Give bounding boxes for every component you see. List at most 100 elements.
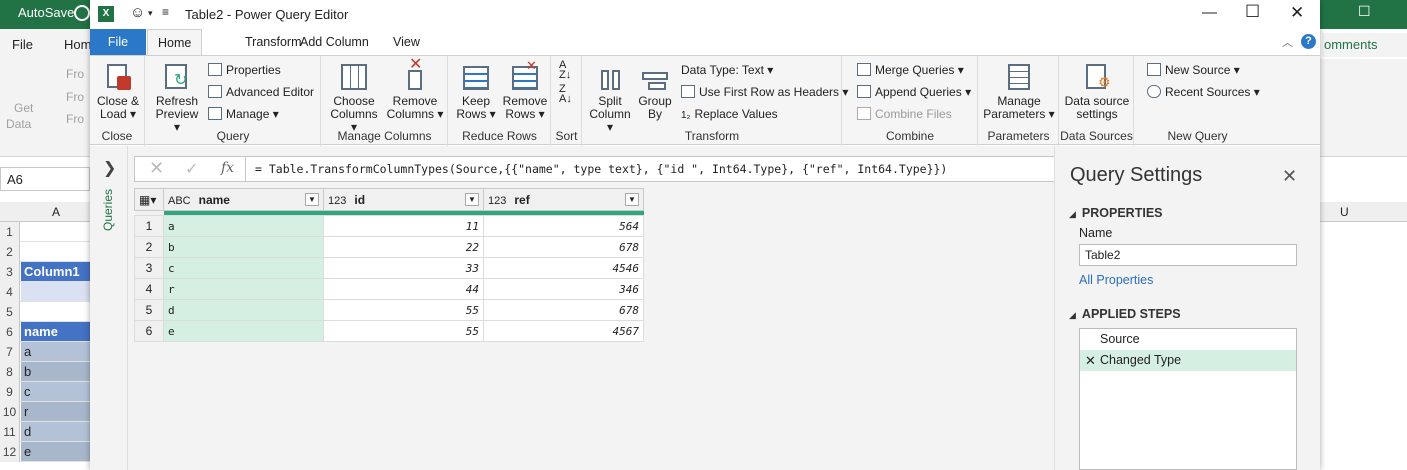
cell-name[interactable]: e: [163, 320, 324, 342]
append-queries-button[interactable]: Append Queries ▾: [857, 82, 971, 102]
from-item-3[interactable]: Fro: [66, 112, 84, 126]
table-row[interactable]: 3 c 33 4546: [134, 257, 644, 279]
row-number[interactable]: 9: [0, 382, 20, 402]
close-settings-icon[interactable]: ✕: [1282, 166, 1297, 187]
row-number[interactable]: 11: [0, 422, 20, 442]
cell-name[interactable]: a: [163, 215, 324, 237]
row-number[interactable]: 10: [0, 402, 20, 422]
column-a-header[interactable]: A: [52, 205, 60, 219]
row-number[interactable]: 3: [0, 262, 20, 282]
remove-columns-button[interactable]: ✕ Remove Columns ▾: [386, 57, 444, 121]
column-header-id[interactable]: 123 id ▼: [323, 188, 484, 211]
cell-ref[interactable]: 678: [483, 299, 644, 321]
merge-queries-button[interactable]: Merge Queries ▾: [857, 60, 964, 80]
cell-name[interactable]: d: [163, 299, 324, 321]
row-number[interactable]: 4: [0, 282, 20, 302]
data-type-dropdown[interactable]: Data Type: Text ▾: [681, 60, 773, 80]
properties-section[interactable]: ◢ PROPERTIES: [1069, 206, 1163, 220]
table-row[interactable]: 2 b 22 678: [134, 236, 644, 258]
cell-ref[interactable]: 346: [483, 278, 644, 300]
excel-home-tab[interactable]: Hom: [64, 37, 91, 52]
row-number[interactable]: 12: [0, 442, 20, 462]
sort-ascending-icon[interactable]: A Z↓: [559, 60, 571, 81]
cancel-formula-icon[interactable]: ✕: [149, 158, 164, 179]
row-number[interactable]: 8: [0, 362, 20, 382]
remove-rows-button[interactable]: ✕ Remove Rows ▾: [501, 59, 549, 121]
delete-step-icon[interactable]: ✕: [1085, 350, 1096, 371]
manage-button[interactable]: Manage ▾: [208, 104, 279, 124]
cell-id[interactable]: 55: [323, 320, 484, 342]
row-number[interactable]: 5: [134, 299, 164, 321]
split-column-button[interactable]: Split Column ▾: [587, 62, 633, 134]
comments-button[interactable]: omments: [1322, 33, 1407, 57]
replace-values-button[interactable]: 1₂ Replace Values: [681, 104, 778, 124]
minimize-icon[interactable]: —: [1202, 4, 1217, 21]
column-header-name[interactable]: ABC name ▼: [163, 188, 324, 211]
manage-parameters-button[interactable]: Manage Parameters ▾: [983, 62, 1055, 121]
fx-icon[interactable]: fx: [221, 160, 234, 176]
excel-file-tab[interactable]: File: [12, 37, 33, 52]
row-number[interactable]: 2: [134, 236, 164, 258]
cell-id[interactable]: 22: [323, 236, 484, 258]
get-data-label-2[interactable]: Data: [6, 117, 31, 131]
excel-cell[interactable]: r: [21, 402, 90, 421]
row-number[interactable]: 2: [0, 242, 20, 262]
advanced-editor-button[interactable]: Advanced Editor: [208, 82, 314, 102]
properties-button[interactable]: Properties: [208, 60, 281, 80]
cell-id[interactable]: 33: [323, 257, 484, 279]
row-number[interactable]: 3: [134, 257, 164, 279]
all-properties-link[interactable]: All Properties: [1079, 273, 1153, 287]
row-number[interactable]: 1: [0, 222, 20, 242]
table-row[interactable]: 6 e 55 4567: [134, 320, 644, 342]
sort-descending-icon[interactable]: Z A↓: [559, 84, 572, 105]
smiley-icon[interactable]: ☺: [130, 4, 145, 21]
filter-dropdown-icon[interactable]: ▼: [305, 193, 319, 206]
cell-ref[interactable]: 4546: [483, 257, 644, 279]
keep-rows-button[interactable]: Keep Rows ▾: [453, 62, 499, 121]
filter-dropdown-icon[interactable]: ▼: [625, 193, 639, 206]
step-changed-type[interactable]: ✕ Changed Type: [1080, 350, 1296, 371]
cell-id[interactable]: 11: [323, 215, 484, 237]
table-row[interactable]: 5 d 55 678: [134, 299, 644, 321]
row-number[interactable]: 4: [134, 278, 164, 300]
quick-access-icon[interactable]: ≡: [162, 5, 169, 19]
number-type-icon[interactable]: 123: [328, 195, 346, 207]
row-number[interactable]: 6: [134, 320, 164, 342]
autosave-toggle[interactable]: [74, 5, 90, 21]
excel-cell[interactable]: c: [21, 382, 90, 401]
queries-label[interactable]: Queries: [101, 161, 115, 231]
close-icon[interactable]: ✕: [1290, 3, 1304, 23]
step-source[interactable]: Source: [1080, 329, 1296, 350]
cell-ref[interactable]: 564: [483, 215, 644, 237]
get-data-label[interactable]: Get: [14, 101, 33, 115]
tab-add-column[interactable]: Add Column: [290, 29, 379, 55]
row-number[interactable]: 7: [0, 342, 20, 362]
cell-id[interactable]: 44: [323, 278, 484, 300]
help-icon[interactable]: ?: [1301, 34, 1316, 49]
recent-sources-button[interactable]: Recent Sources ▾: [1147, 82, 1260, 102]
name-box[interactable]: A6: [0, 167, 90, 191]
row-number[interactable]: 1: [134, 215, 164, 237]
group-by-button[interactable]: Group By: [635, 62, 675, 121]
excel-cell[interactable]: e: [21, 442, 90, 461]
excel-cell[interactable]: a: [21, 342, 90, 361]
data-source-settings-button[interactable]: ⚙ Data source settings: [1062, 62, 1132, 121]
commit-formula-icon[interactable]: ✓: [185, 159, 198, 179]
filter-dropdown-icon[interactable]: ▼: [465, 193, 479, 206]
excel-cell[interactable]: [21, 282, 90, 301]
excel-cell[interactable]: name: [21, 322, 90, 341]
tab-home[interactable]: Home: [147, 29, 203, 55]
row-number[interactable]: 5: [0, 302, 20, 322]
excel-cell[interactable]: [21, 222, 90, 241]
number-type-icon[interactable]: 123: [488, 195, 506, 207]
chevron-down-icon[interactable]: ▾: [148, 8, 153, 19]
cell-ref[interactable]: 4567: [483, 320, 644, 342]
cell-id[interactable]: 55: [323, 299, 484, 321]
cell-name[interactable]: c: [163, 257, 324, 279]
table-row[interactable]: 1 a 11 564: [134, 215, 644, 237]
new-source-button[interactable]: New Source ▾: [1147, 60, 1240, 80]
cell-ref[interactable]: 678: [483, 236, 644, 258]
column-u-header[interactable]: U: [1340, 205, 1349, 219]
combine-files-button[interactable]: Combine Files: [857, 104, 952, 124]
from-item-1[interactable]: Fro: [66, 67, 84, 81]
